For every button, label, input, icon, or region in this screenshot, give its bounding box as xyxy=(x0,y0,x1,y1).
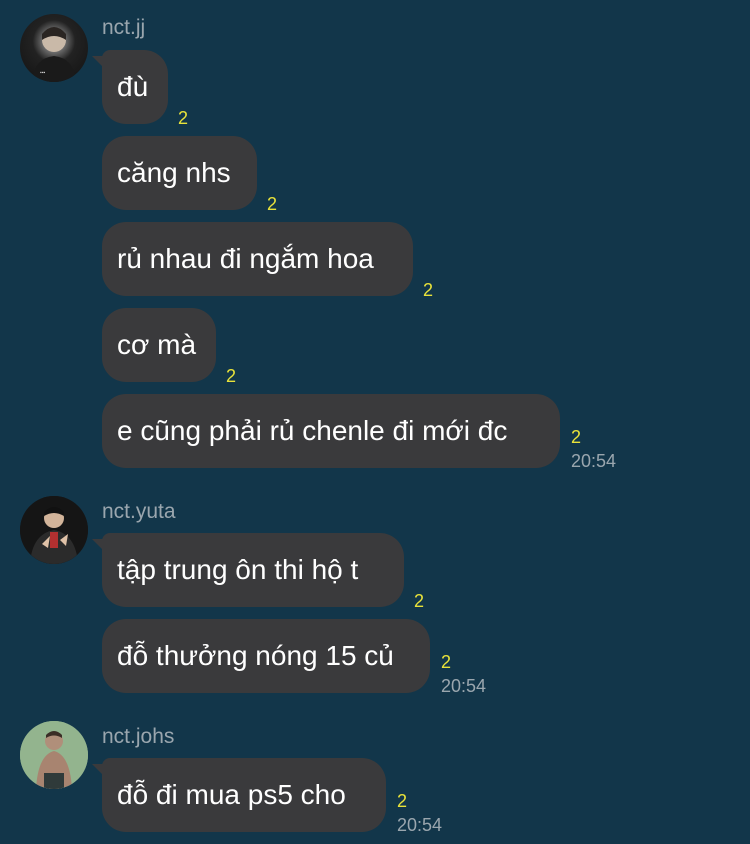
read-count: 2 xyxy=(414,591,425,611)
svg-text:▪▪▪: ▪▪▪ xyxy=(40,70,46,76)
message-bubble[interactable]: tập trung ôn thi hộ t xyxy=(102,533,404,607)
message-bubble[interactable]: rủ nhau đi ngắm hoa xyxy=(102,222,413,296)
read-count: 2 xyxy=(441,652,452,672)
message-bubble[interactable]: đù xyxy=(102,50,168,124)
avatar-photo-icon: ▪▪▪ xyxy=(32,27,76,82)
avatar[interactable] xyxy=(20,721,88,789)
message-bubble[interactable]: cơ mà xyxy=(102,308,216,382)
message-bubble[interactable]: đỗ thưởng nóng 15 củ xyxy=(102,619,430,693)
avatar-photo-icon xyxy=(20,721,88,789)
read-count: 2 xyxy=(226,366,237,386)
avatar[interactable] xyxy=(20,496,88,564)
avatar-photo-icon xyxy=(20,496,88,564)
sender-name: nct.yuta xyxy=(102,500,176,523)
sender-name: nct.johs xyxy=(102,725,175,748)
message-bubble[interactable]: căng nhs xyxy=(102,136,257,210)
timestamp: 20:54 xyxy=(571,451,617,471)
timestamp: 20:54 xyxy=(441,676,487,696)
message-bubble[interactable]: e cũng phải rủ chenle đi mới đc xyxy=(102,394,560,468)
read-count: 2 xyxy=(178,108,189,128)
avatar[interactable]: ▪▪▪ xyxy=(20,14,88,82)
sender-name: nct.jj xyxy=(102,16,146,39)
read-count: 2 xyxy=(267,194,278,214)
read-count: 2 xyxy=(571,427,582,447)
message-bubble[interactable]: đỗ đi mua ps5 cho xyxy=(102,758,386,832)
read-count: 2 xyxy=(423,280,434,300)
timestamp: 20:54 xyxy=(397,815,443,835)
read-count: 2 xyxy=(397,791,408,811)
